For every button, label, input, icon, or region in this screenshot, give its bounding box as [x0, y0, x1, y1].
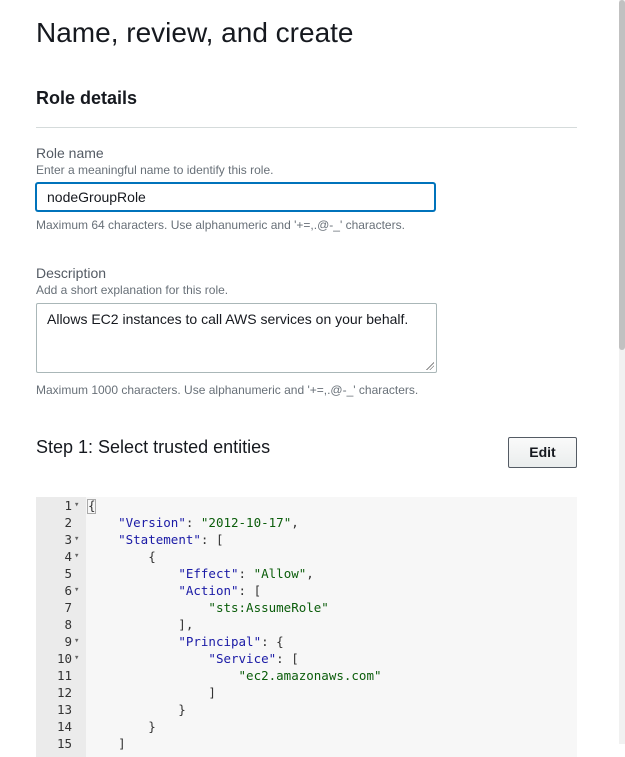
- code-text: "sts:AssumeRole": [208, 600, 329, 615]
- fold-toggle-icon[interactable]: ▾: [74, 531, 84, 548]
- code-text: ],: [88, 617, 194, 632]
- code-line: 10 ▾ "Service": [: [36, 650, 577, 667]
- code-line: 6 ▾ "Action": [: [36, 582, 577, 599]
- code-text: "Action": [: [178, 583, 262, 598]
- resize-grip-icon[interactable]: [426, 362, 434, 370]
- fold-toggle-icon[interactable]: ▾: [74, 650, 84, 667]
- code-text: {: [88, 549, 156, 564]
- fold-toggle-icon[interactable]: ▾: [74, 497, 84, 514]
- code-line: 9 ▾ "Principal": {: [36, 633, 577, 650]
- code-text: "Statement": [: [118, 532, 224, 547]
- page-scrollbar[interactable]: [619, 0, 625, 744]
- role-name-input[interactable]: nodeGroupRole: [36, 183, 435, 211]
- code-line: 4 ▾ {: [36, 548, 577, 565]
- code-text: "Service": [: [208, 651, 299, 666]
- line-number: 6: [64, 583, 72, 598]
- line-number: 3: [64, 532, 72, 547]
- scrollbar-thumb[interactable]: [619, 0, 625, 350]
- line-number: 4: [64, 549, 72, 564]
- code-line: 12 ]: [36, 684, 577, 701]
- description-textarea[interactable]: Allows EC2 instances to call AWS service…: [36, 303, 437, 373]
- trust-policy-editor[interactable]: 1 ▾{2 "Version": "2012-10-17", 3 ▾ "Stateme…: [36, 497, 577, 757]
- code-text: ]: [88, 685, 216, 700]
- code-line: 13 }: [36, 701, 577, 718]
- line-number: 7: [64, 600, 72, 615]
- line-number: 12: [56, 685, 72, 700]
- description-constraint: Maximum 1000 characters. Use alphanumeri…: [36, 383, 419, 397]
- line-number: 1: [64, 498, 72, 513]
- section-divider: [36, 127, 577, 128]
- line-number: 14: [56, 719, 72, 734]
- role-name-constraint: Maximum 64 characters. Use alphanumeric …: [36, 218, 405, 232]
- description-label: Description: [36, 265, 107, 281]
- code-line: 2 "Version": "2012-10-17",: [36, 514, 577, 531]
- line-number: 11: [56, 668, 72, 683]
- fold-toggle-icon[interactable]: ▾: [74, 548, 84, 565]
- code-text: }: [88, 702, 186, 717]
- code-line: 3 ▾ "Statement": [: [36, 531, 577, 548]
- step1-heading: Step 1: Select trusted entities: [36, 437, 271, 457]
- line-number: 13: [56, 702, 72, 717]
- code-line: 5 "Effect": "Allow",: [36, 565, 577, 582]
- code-text: "Principal": {: [178, 634, 284, 649]
- line-number: 9: [64, 634, 72, 649]
- code-line: 14 }: [36, 718, 577, 735]
- page-title: Name, review, and create: [36, 17, 354, 48]
- code-line: 7 "sts:AssumeRole": [36, 599, 577, 616]
- code-text: {: [88, 498, 96, 513]
- code-text: "Effect": "Allow",: [178, 566, 314, 581]
- role-name-hint: Enter a meaningful name to identify this…: [36, 163, 274, 177]
- code-line: 1 ▾ {: [36, 497, 577, 514]
- fold-toggle-icon[interactable]: ▾: [74, 582, 84, 599]
- fold-toggle-icon[interactable]: ▾: [74, 633, 84, 650]
- code-text: "ec2.amazonaws.com": [238, 668, 382, 683]
- code-line: 11 "ec2.amazonaws.com": [36, 667, 577, 684]
- code-line: 8 ],: [36, 616, 577, 633]
- role-details-heading: Role details: [36, 88, 138, 108]
- code-text: "Version": "2012-10-17",: [118, 515, 299, 530]
- line-number: 10: [56, 651, 72, 666]
- code-text: }: [88, 719, 156, 734]
- edit-button[interactable]: Edit: [508, 437, 577, 468]
- line-number: 5: [64, 566, 72, 581]
- line-number: 2: [64, 515, 72, 530]
- line-number: 8: [64, 617, 72, 632]
- description-hint: Add a short explanation for this role.: [36, 283, 229, 297]
- description-text: Allows EC2 instances to call AWS service…: [47, 311, 409, 327]
- role-name-label: Role name: [36, 145, 104, 161]
